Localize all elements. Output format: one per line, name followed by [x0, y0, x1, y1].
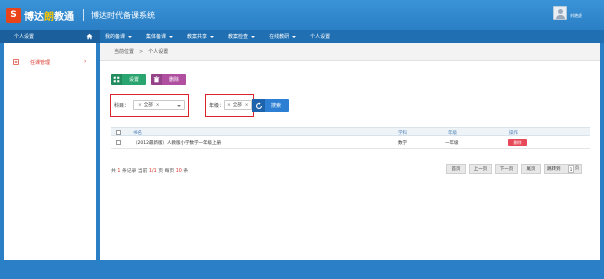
table-row[interactable]: （2012最新版）人教版小学数学一年级上册 数学 一年级 删除	[111, 136, 590, 149]
logo-mark: S	[6, 7, 21, 23]
settings-button[interactable]: 设置	[111, 74, 147, 85]
header-divider	[83, 9, 84, 21]
book-table: 书名 学科 年级 操作 （2012最新版）人教版小学数学一年级上册 数学 一年级…	[111, 127, 590, 149]
last-page-button[interactable]: 尾页	[521, 164, 541, 174]
sidebar-item-course-management[interactable]: 任课管理 ›	[4, 55, 96, 69]
grade-filter-highlight: 年级： × 全部 ×	[205, 94, 254, 117]
search-button[interactable]: 搜索	[252, 99, 289, 112]
chevron-down-icon	[292, 35, 297, 38]
nav-item-plan-sharing[interactable]: 教案共享	[187, 33, 215, 40]
next-page-button[interactable]: 下一页	[495, 164, 518, 174]
logo-text: 博达朗教通	[24, 11, 74, 23]
cell-book: （2012最新版）人教版小学数学一年级上册	[133, 141, 221, 146]
breadcrumb-page: 个人设置	[148, 49, 169, 55]
chevron-down-icon	[251, 35, 256, 38]
chevron-down-icon	[177, 105, 181, 107]
user-avatar[interactable]	[553, 6, 567, 20]
subject-filter-highlight: 科目： × 全部 ×	[110, 94, 189, 117]
sidebar-header-title: 个人设置	[14, 34, 35, 40]
username[interactable]: 刘艳虎	[570, 13, 582, 19]
clear-icon[interactable]: ×	[156, 103, 160, 108]
page-jump-suffix: 页	[575, 165, 579, 170]
main-navbar: 个人设置 我的备课 集体备课 教案共享 教案检查 在线教研 个人设置	[0, 30, 604, 43]
chevron-right-icon: ›	[84, 58, 87, 65]
clear-icon[interactable]: ×	[245, 103, 249, 108]
nav-menu: 我的备课 集体备课 教案共享 教案检查 在线教研 个人设置	[105, 30, 344, 43]
subject-filter-label: 科目：	[114, 103, 130, 109]
subject-select[interactable]: × 全部 ×	[133, 100, 185, 110]
row-delete-button[interactable]: 删除	[508, 139, 527, 146]
nav-item-my-lessons[interactable]: 我的备课	[105, 33, 133, 40]
breadcrumb: 当前位置 > 个人设置	[100, 43, 600, 61]
sidebar-header: 个人设置	[0, 30, 100, 43]
breadcrumb-current-label: 当前位置	[114, 49, 135, 55]
chevron-down-icon	[210, 35, 215, 38]
cell-subject: 数学	[398, 141, 407, 146]
prev-page-button[interactable]: 上一页	[469, 164, 492, 174]
delete-button[interactable]: 删除	[151, 74, 187, 85]
app-header: S 博达朗教通 博达时代备课系统 刘艳虎	[0, 0, 604, 30]
app-logo[interactable]: S 博达朗教通	[6, 6, 78, 24]
cell-grade: 一年级	[445, 141, 459, 146]
nav-item-group-lessons[interactable]: 集体备课	[146, 33, 174, 40]
trash-icon	[151, 74, 162, 85]
grade-select[interactable]: × 全部 ×	[224, 100, 252, 110]
main-panel: 当前位置 > 个人设置 设置 删除 科目： × 全部 × 年级： × 全部 ×	[100, 43, 600, 260]
grid-icon	[111, 74, 122, 85]
first-page-button[interactable]: 首页	[446, 164, 466, 174]
nav-item-online-research[interactable]: 在线教研	[269, 33, 297, 40]
sidebar: 任课管理 ›	[4, 43, 96, 260]
nav-item-plan-review[interactable]: 教案检查	[228, 33, 256, 40]
home-icon[interactable]	[86, 33, 93, 40]
chevron-down-icon	[128, 35, 133, 38]
nav-item-personal-settings[interactable]: 个人设置	[310, 33, 330, 40]
refresh-icon	[252, 99, 265, 112]
row-checkbox[interactable]	[116, 139, 121, 145]
chevron-down-icon	[169, 35, 174, 38]
table-header: 书名 学科 年级 操作	[111, 127, 590, 136]
grade-filter-label: 年级：	[209, 103, 225, 109]
breadcrumb-separator: >	[139, 48, 144, 55]
select-all-checkbox[interactable]	[116, 129, 121, 135]
sidebar-item-label: 任课管理	[30, 60, 51, 66]
pager-summary: 共 1 条记录 当前 1/1 页 每页 10 条	[111, 169, 189, 174]
book-icon	[13, 59, 19, 65]
page-jump-select[interactable]: 1	[568, 165, 574, 173]
system-title: 博达时代备课系统	[91, 11, 155, 20]
